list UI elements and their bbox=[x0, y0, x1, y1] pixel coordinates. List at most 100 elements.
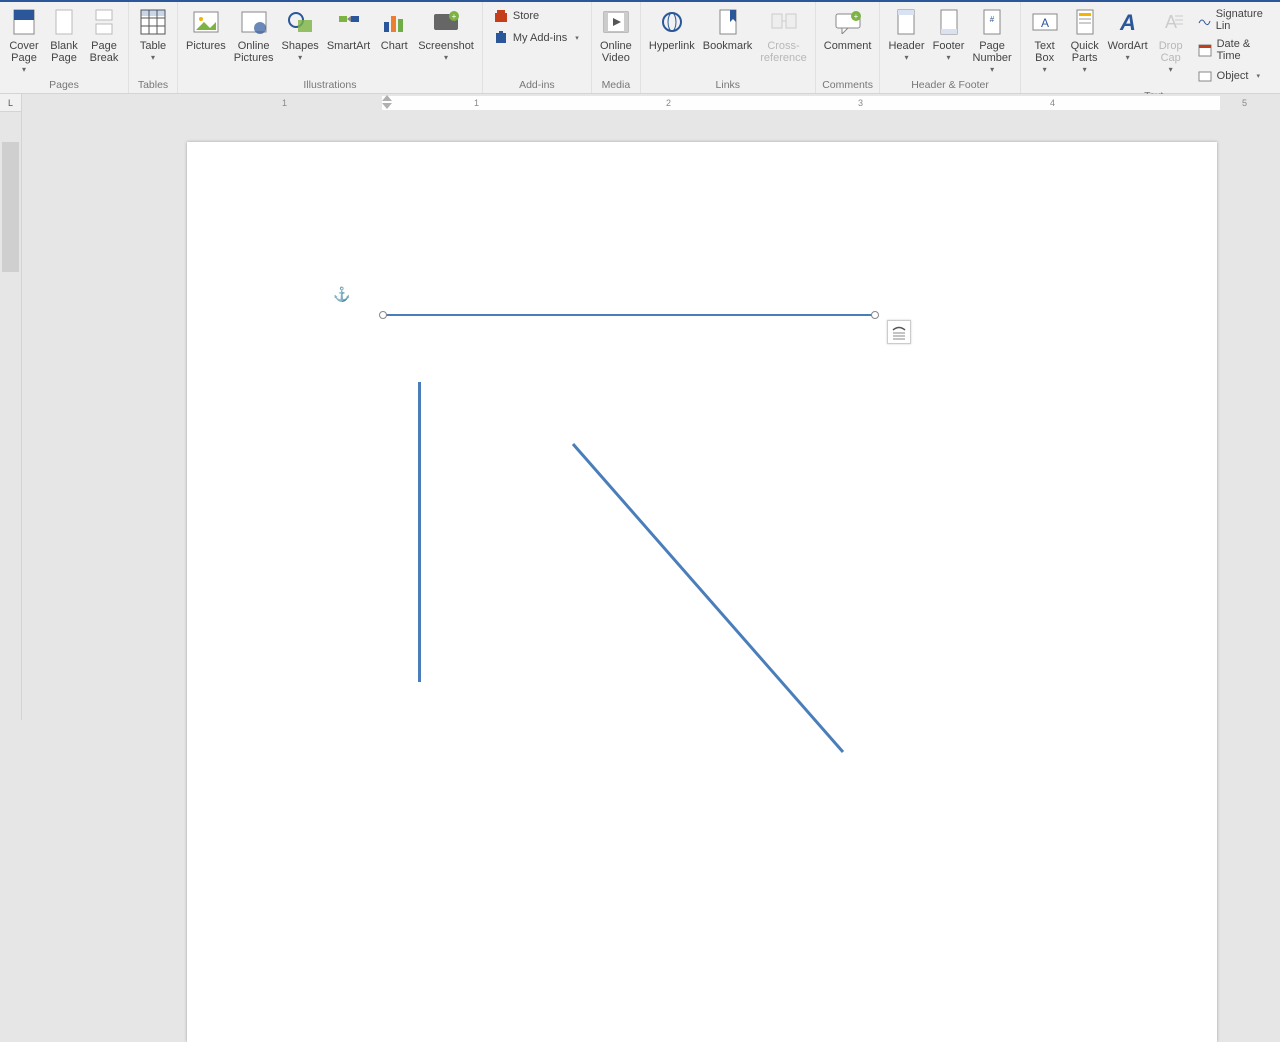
chevron-down-icon: ▾ bbox=[1169, 65, 1173, 74]
cross-reference-icon bbox=[768, 6, 800, 38]
screenshot-icon: + bbox=[430, 6, 462, 38]
hyperlink-button[interactable]: Hyperlink bbox=[645, 4, 699, 52]
layout-options-button[interactable] bbox=[887, 320, 911, 344]
my-addins-button[interactable]: My Add-ins ▾ bbox=[491, 28, 583, 48]
layout-options-icon bbox=[891, 324, 907, 340]
ruler-mark: 3 bbox=[858, 98, 863, 108]
group-addins: Store My Add-ins ▾ Add-ins bbox=[483, 2, 592, 93]
group-headerfooter: Header ▾ Footer ▾ # Page Number ▾ Header… bbox=[880, 2, 1020, 93]
chevron-down-icon: ▾ bbox=[575, 34, 579, 42]
page-break-button[interactable]: Page Break bbox=[84, 4, 124, 64]
online-pictures-button[interactable]: Online Pictures bbox=[230, 4, 278, 64]
blank-page-button[interactable]: Blank Page bbox=[44, 4, 84, 64]
online-pictures-icon bbox=[238, 6, 270, 38]
svg-text:+: + bbox=[853, 12, 858, 21]
object-button[interactable]: Object ▾ bbox=[1195, 66, 1279, 86]
chevron-down-icon: ▾ bbox=[444, 53, 448, 62]
cross-reference-button[interactable]: Cross- reference bbox=[756, 4, 810, 64]
chevron-down-icon: ▾ bbox=[1043, 65, 1047, 74]
chevron-down-icon: ▾ bbox=[1256, 72, 1260, 80]
chevron-down-icon: ▾ bbox=[1083, 65, 1087, 74]
pictures-icon bbox=[190, 6, 222, 38]
ruler-row: L 1 1 2 3 4 5 bbox=[0, 94, 1280, 112]
chart-button[interactable]: Chart bbox=[374, 4, 414, 52]
pictures-button[interactable]: Pictures bbox=[182, 4, 230, 52]
ruler-mark: 2 bbox=[666, 98, 671, 108]
comment-button[interactable]: + Comment bbox=[820, 4, 876, 52]
shape-line-vertical[interactable] bbox=[418, 382, 421, 682]
quick-parts-icon bbox=[1069, 6, 1101, 38]
shape-line-diagonal[interactable] bbox=[567, 440, 887, 790]
online-video-button[interactable]: Online Video bbox=[596, 4, 636, 64]
group-label-illustrations: Illustrations bbox=[182, 77, 478, 93]
group-illustrations: Pictures Online Pictures Shapes ▾ SmartA… bbox=[178, 2, 483, 93]
smartart-icon bbox=[333, 6, 365, 38]
bookmark-button[interactable]: Bookmark bbox=[699, 4, 757, 52]
selection-handle-right[interactable] bbox=[871, 311, 879, 319]
chevron-down-icon: ▾ bbox=[1126, 53, 1130, 62]
page-number-icon: # bbox=[976, 6, 1008, 38]
shapes-button[interactable]: Shapes ▾ bbox=[278, 4, 323, 62]
horizontal-ruler[interactable]: 1 1 2 3 4 5 bbox=[22, 94, 1280, 112]
shape-line-horizontal[interactable] bbox=[383, 314, 873, 316]
chevron-down-icon: ▾ bbox=[298, 53, 302, 62]
svg-text:A: A bbox=[1165, 12, 1177, 32]
signature-line-button[interactable]: Signature Lin bbox=[1195, 6, 1279, 34]
ruler-mark: 1 bbox=[474, 98, 479, 108]
text-box-icon: A bbox=[1029, 6, 1061, 38]
drop-cap-icon: A bbox=[1155, 6, 1187, 38]
bookmark-icon bbox=[712, 6, 744, 38]
footer-button[interactable]: Footer ▾ bbox=[929, 4, 969, 62]
chart-icon bbox=[378, 6, 410, 38]
screenshot-button[interactable]: + Screenshot ▾ bbox=[414, 4, 478, 62]
wordart-button[interactable]: A WordArt ▾ bbox=[1105, 4, 1151, 62]
store-button[interactable]: Store bbox=[491, 6, 583, 26]
addins-icon bbox=[493, 30, 509, 46]
chevron-down-icon: ▾ bbox=[904, 53, 908, 62]
store-icon bbox=[493, 8, 509, 24]
group-label-media: Media bbox=[596, 77, 636, 93]
group-label-addins: Add-ins bbox=[487, 77, 587, 93]
comment-icon: + bbox=[832, 6, 864, 38]
date-time-button[interactable]: Date & Time bbox=[1195, 36, 1279, 64]
wordart-icon: A bbox=[1112, 6, 1144, 38]
chevron-down-icon: ▾ bbox=[151, 53, 155, 62]
chevron-down-icon: ▾ bbox=[947, 53, 951, 62]
hyperlink-icon bbox=[656, 6, 688, 38]
ribbon: Cover Page ▾ Blank Page Page Break Pages… bbox=[0, 2, 1280, 94]
group-label-comments: Comments bbox=[820, 77, 876, 93]
document-workspace: ⚓ bbox=[0, 112, 1280, 720]
quick-parts-button[interactable]: Quick Parts ▾ bbox=[1065, 4, 1105, 74]
cover-page-button[interactable]: Cover Page ▾ bbox=[4, 4, 44, 74]
table-button[interactable]: Table ▾ bbox=[133, 4, 173, 62]
document-page[interactable]: ⚓ bbox=[187, 142, 1217, 1042]
anchor-icon: ⚓ bbox=[333, 286, 350, 303]
text-box-button[interactable]: A Text Box ▾ bbox=[1025, 4, 1065, 74]
svg-text:A: A bbox=[1119, 10, 1136, 35]
table-icon bbox=[137, 6, 169, 38]
indent-marker-icon[interactable] bbox=[382, 95, 392, 109]
video-icon bbox=[600, 6, 632, 38]
footer-icon bbox=[933, 6, 965, 38]
tab-selector[interactable]: L bbox=[0, 94, 22, 112]
group-label-tables: Tables bbox=[133, 77, 173, 93]
ruler-mark: 1 bbox=[282, 98, 287, 108]
ruler-mark: 4 bbox=[1050, 98, 1055, 108]
group-links: Hyperlink Bookmark Cross- reference Link… bbox=[641, 2, 816, 93]
svg-text:+: + bbox=[452, 12, 457, 21]
group-media: Online Video Media bbox=[592, 2, 641, 93]
page-number-button[interactable]: # Page Number ▾ bbox=[969, 4, 1016, 74]
group-tables: Table ▾ Tables bbox=[129, 2, 178, 93]
date-time-icon bbox=[1197, 42, 1213, 58]
selection-handle-left[interactable] bbox=[379, 311, 387, 319]
blank-page-icon bbox=[48, 6, 80, 38]
shapes-icon bbox=[284, 6, 316, 38]
chevron-down-icon: ▾ bbox=[22, 65, 26, 74]
smartart-button[interactable]: SmartArt bbox=[323, 4, 374, 52]
drop-cap-button[interactable]: A Drop Cap ▾ bbox=[1151, 4, 1191, 74]
ruler-mark: 5 bbox=[1242, 98, 1247, 108]
header-button[interactable]: Header ▾ bbox=[884, 4, 928, 62]
page-area[interactable]: ⚓ bbox=[22, 112, 1280, 720]
group-comments: + Comment Comments bbox=[816, 2, 881, 93]
vertical-ruler[interactable] bbox=[0, 112, 22, 720]
